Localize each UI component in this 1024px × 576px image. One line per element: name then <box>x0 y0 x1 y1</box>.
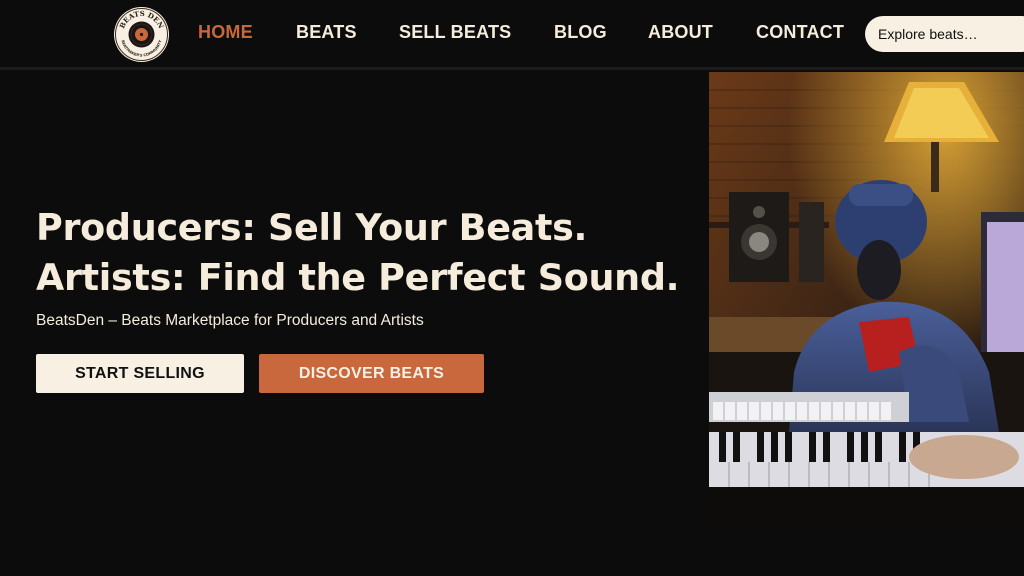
hero-title: Producers: Sell Your Beats. Artists: Fin… <box>36 203 680 303</box>
nav-item-beats[interactable]: BEATS <box>296 22 357 43</box>
hero-studio-image <box>709 72 1024 524</box>
nav-item-sell-beats[interactable]: SELL BEATS <box>399 22 511 43</box>
vinyl-record-icon: BEATS DEN BEATMAKER'S COMMUNITY <box>114 7 169 62</box>
hero-title-line-2: Artists: Find the Perfect Sound. <box>36 256 680 299</box>
nav-item-blog[interactable]: BLOG <box>554 22 607 43</box>
hero-title-line-1: Producers: Sell Your Beats. <box>36 206 588 249</box>
beatsden-logo[interactable]: BEATS DEN BEATMAKER'S COMMUNITY <box>113 6 170 63</box>
nav-item-home[interactable]: HOME <box>198 22 253 43</box>
site-header: BEATS DEN BEATMAKER'S COMMUNITY HOME BEA… <box>0 0 1024 70</box>
start-selling-button[interactable]: START SELLING <box>36 354 244 393</box>
search-input[interactable] <box>878 26 1018 42</box>
search-box <box>865 16 1024 52</box>
hero-subtitle: BeatsDen – Beats Marketplace for Produce… <box>36 312 424 329</box>
nav-item-about[interactable]: ABOUT <box>648 22 713 43</box>
discover-beats-button[interactable]: DISCOVER BEATS <box>259 354 484 393</box>
producer-studio-illustration <box>709 72 1024 524</box>
nav-item-contact[interactable]: CONTACT <box>756 22 844 43</box>
